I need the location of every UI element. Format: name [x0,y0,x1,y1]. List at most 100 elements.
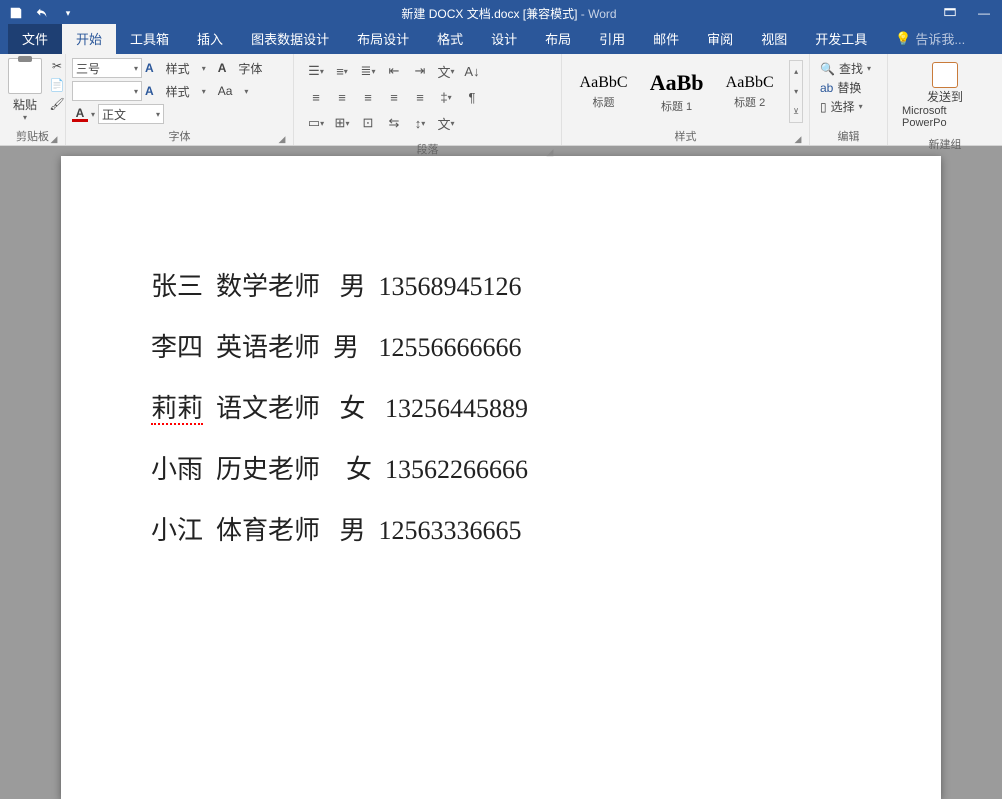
group-send: 发送到 Microsoft PowerPo 新建组 [888,54,1002,145]
tab-chart-data[interactable]: 图表数据设计 [237,24,343,54]
search-icon: 🔍 [820,62,835,76]
tabs-icon[interactable]: ⇆ [382,112,406,134]
borders-icon[interactable]: ⊞▾ [330,112,354,134]
chevron-down-icon[interactable]: ▾ [202,87,206,96]
select-icon: ▯ [820,100,827,114]
style-preview: AaBbC [726,74,774,92]
document-body[interactable]: 张三 数学老师 男 13568945126 李四 英语老师 男 125566666… [151,266,851,547]
tab-references[interactable]: 引用 [585,24,639,54]
styles-launcher-icon[interactable]: ◢ [793,134,803,144]
font-size-combo[interactable]: 三号 ▾ [72,58,142,78]
save-icon[interactable] [8,5,24,21]
font-dialog-button[interactable]: 字体 [238,60,262,77]
send-to-powerpoint-button[interactable]: 发送到 Microsoft PowerPo [898,60,992,131]
clear-format-button[interactable]: 样式 [166,83,190,100]
minimize-icon[interactable]: — [976,5,992,21]
style-card-2[interactable]: AaBbC 标题 2 [714,60,785,123]
distribute-icon[interactable]: ≡ [408,86,432,108]
style-card-0[interactable]: AaBbC标题 [568,60,639,123]
styles-pane-icon[interactable]: A [145,61,154,75]
bullet-list-icon[interactable]: ☰▾ [304,60,328,82]
replace-button[interactable]: ab 替换 [820,79,861,96]
asian-layout-icon[interactable]: 文▾ [434,60,458,82]
align-right-icon[interactable]: ≡ [356,86,380,108]
window-title: 新建 DOCX 文档.docx [兼容模式] - Word [76,5,942,22]
shading-icon[interactable]: ▭▾ [304,112,328,134]
doc-line-1[interactable]: 李四 英语老师 男 12556666666 [151,327,851,364]
align-left-icon[interactable]: ≡ [304,86,328,108]
tab-view[interactable]: 视图 [747,24,801,54]
tab-design[interactable]: 设计 [477,24,531,54]
tab-toolbox[interactable]: 工具箱 [116,24,183,54]
style-select-combo[interactable]: 正文▾ [98,104,164,124]
font-size-value: 三号 [76,60,100,77]
paragraph-spacing-icon[interactable]: ↕▾ [408,112,432,134]
chevron-down-icon[interactable]: ▾ [244,87,248,96]
paste-button[interactable]: 粘贴 ▾ [4,56,46,124]
undo-icon[interactable] [34,5,50,21]
font-name-combo[interactable]: ▾ [72,81,142,101]
change-case-button[interactable]: Aa [218,84,233,98]
show-marks-icon[interactable]: ¶ [460,86,484,108]
decrease-indent-icon[interactable]: ⇤ [382,60,406,82]
ribbon-tabs: 文件 开始 工具箱 插入 图表数据设计 布局设计 格式 设计 布局 引用 邮件 … [0,26,1002,54]
font-color-icon[interactable]: A [72,106,88,122]
tab-page-layout[interactable]: 布局 [531,24,585,54]
clipboard-launcher-icon[interactable]: ◢ [49,134,59,144]
app-name: - Word [577,7,616,21]
justify-icon[interactable]: ≡ [382,86,406,108]
line-spacing-icon[interactable]: ‡▾ [434,86,458,108]
tab-mail[interactable]: 邮件 [639,24,693,54]
style-select-value: 正文 [102,106,126,123]
paragraph-launcher-icon[interactable]: ◢ [545,147,555,157]
paste-label: 粘贴 [13,96,37,113]
chevron-down-icon[interactable]: ▾ [202,64,206,73]
styles-pane-button[interactable]: 样式 [166,60,190,77]
align-center-icon[interactable]: ≡ [330,86,354,108]
title-bar: ▾ 新建 DOCX 文档.docx [兼容模式] - Word — [0,0,1002,26]
chevron-down-icon: ▾ [134,64,138,73]
tab-layout-design[interactable]: 布局设计 [343,24,423,54]
clear-format-icon[interactable]: A [145,84,154,98]
tab-insert[interactable]: 插入 [183,24,237,54]
style-name: 标题 2 [734,94,765,110]
sort-icon[interactable]: A↓ [460,60,484,82]
font-dialog-icon[interactable]: A [218,61,227,75]
style-gallery-scroll[interactable]: ▴▾⊻ [789,60,803,123]
snap-grid-icon[interactable]: ⊡ [356,112,380,134]
doc-line-2[interactable]: 莉莉 语文老师 女 13256445889 [151,388,851,425]
tab-devtools[interactable]: 开发工具 [801,24,881,54]
copy-icon[interactable]: 📄 [49,77,65,93]
doc-line-4[interactable]: 小江 体育老师 男 12563336665 [151,510,851,547]
font-launcher-icon[interactable]: ◢ [277,134,287,144]
style-card-1[interactable]: AaBb标题 1 [641,60,712,123]
tab-tell-me[interactable]: 💡 告诉我... [881,24,979,54]
paste-dropdown-icon[interactable]: ▾ [23,113,27,122]
ribbon-options-icon[interactable] [942,5,958,21]
text-direction-icon[interactable]: 文▾ [434,112,458,134]
chevron-down-icon: ▾ [867,64,871,73]
document-page[interactable]: 张三 数学老师 男 13568945126 李四 英语老师 男 125566666… [61,156,941,799]
scroll-arrow-icon[interactable]: ▾ [790,81,802,101]
tab-review[interactable]: 审阅 [693,24,747,54]
chevron-down-icon[interactable]: ▾ [91,110,95,119]
send-sublabel: Microsoft PowerPo [902,105,988,129]
tell-me-label: 告诉我... [915,29,965,48]
spell-error[interactable]: 莉莉 [151,393,203,425]
scroll-arrow-icon[interactable]: ⊻ [790,102,802,122]
tab-home[interactable]: 开始 [62,24,116,54]
tab-file[interactable]: 文件 [8,24,62,54]
group-font: 三号 ▾ A 样式 ▾ A 字体 ▾ A 样式 ▾ Aa [66,54,294,145]
increase-indent-icon[interactable]: ⇥ [408,60,432,82]
cut-icon[interactable]: ✂ [49,58,65,74]
tab-format[interactable]: 格式 [423,24,477,54]
find-button[interactable]: 🔍 查找 ▾ [820,60,871,77]
doc-line-0[interactable]: 张三 数学老师 男 13568945126 [151,266,851,303]
doc-line-3[interactable]: 小雨 历史老师 女 13562266666 [151,449,851,486]
select-button[interactable]: ▯ 选择 ▾ [820,98,863,115]
scroll-arrow-icon[interactable]: ▴ [790,61,802,81]
number-list-icon[interactable]: ≡▾ [330,60,354,82]
qat-customize-icon[interactable]: ▾ [60,5,76,21]
multilevel-list-icon[interactable]: ≣▾ [356,60,380,82]
format-painter-icon[interactable]: 🖌 [49,96,65,112]
